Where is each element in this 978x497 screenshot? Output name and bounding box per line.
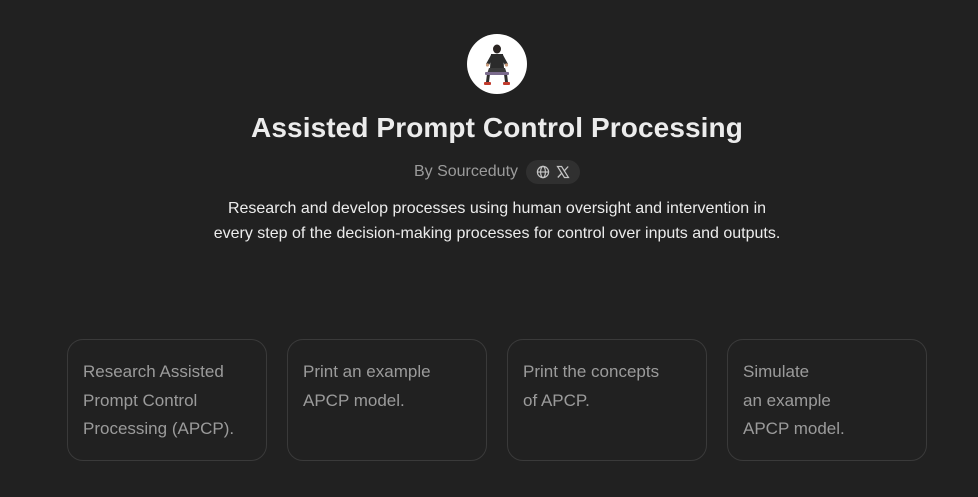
globe-icon[interactable]: [536, 165, 550, 179]
starter-card[interactable]: Print an example APCP model.: [287, 339, 487, 461]
starter-card[interactable]: Print the concepts of APCP.: [507, 339, 707, 461]
gpt-intro-page: Assisted Prompt Control Processing By So…: [0, 0, 978, 497]
gpt-byline-row: By Sourceduty: [0, 160, 978, 184]
starter-card[interactable]: Research Assisted Prompt Control Process…: [67, 339, 267, 461]
author-byline: By Sourceduty: [413, 163, 519, 180]
social-links: [526, 160, 581, 184]
conversation-starters: Research Assisted Prompt Control Process…: [67, 339, 927, 461]
starter-card[interactable]: Simulate an example APCP model.: [727, 339, 927, 461]
gpt-description: Research and develop processes using hum…: [213, 200, 781, 242]
gpt-title: Assisted Prompt Control Processing: [251, 112, 743, 143]
gpt-avatar: [467, 34, 527, 94]
x-logo-icon[interactable]: [556, 165, 570, 179]
person-sitting-icon: [484, 44, 510, 85]
